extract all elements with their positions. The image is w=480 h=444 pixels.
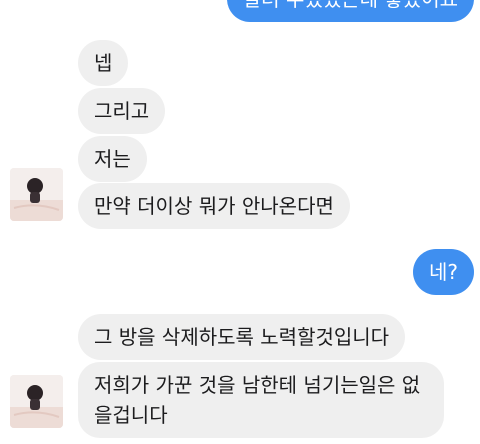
message-bubble-outgoing[interactable]: 네? [412, 249, 474, 295]
chat-thread: 알려 주셨었는데 좋았어요 넵 그리고 저는 만약 더이상 뭐가 안나온다면 네… [0, 0, 480, 444]
sender-avatar[interactable] [10, 375, 63, 428]
message-bubble-incoming[interactable]: 넵 [78, 40, 129, 86]
message-bubble-incoming[interactable]: 저는 [78, 136, 147, 182]
message-bubble-incoming[interactable]: 만약 더이상 뭐가 안나온다면 [78, 183, 350, 229]
message-bubble-incoming[interactable]: 그리고 [78, 88, 166, 134]
message-bubble-incoming[interactable]: 그 방을 삭제하도록 노력할것입니다 [78, 314, 406, 360]
message-bubble-outgoing[interactable]: 알려 주셨었는데 좋았어요 [226, 0, 474, 22]
avatar-photo-icon [10, 375, 63, 428]
avatar-photo-icon [10, 168, 63, 221]
message-bubble-incoming[interactable]: 저희가 가꾼 것을 남한테 넘기는일은 없을겁니다 [78, 362, 444, 438]
sender-avatar[interactable] [10, 168, 63, 221]
